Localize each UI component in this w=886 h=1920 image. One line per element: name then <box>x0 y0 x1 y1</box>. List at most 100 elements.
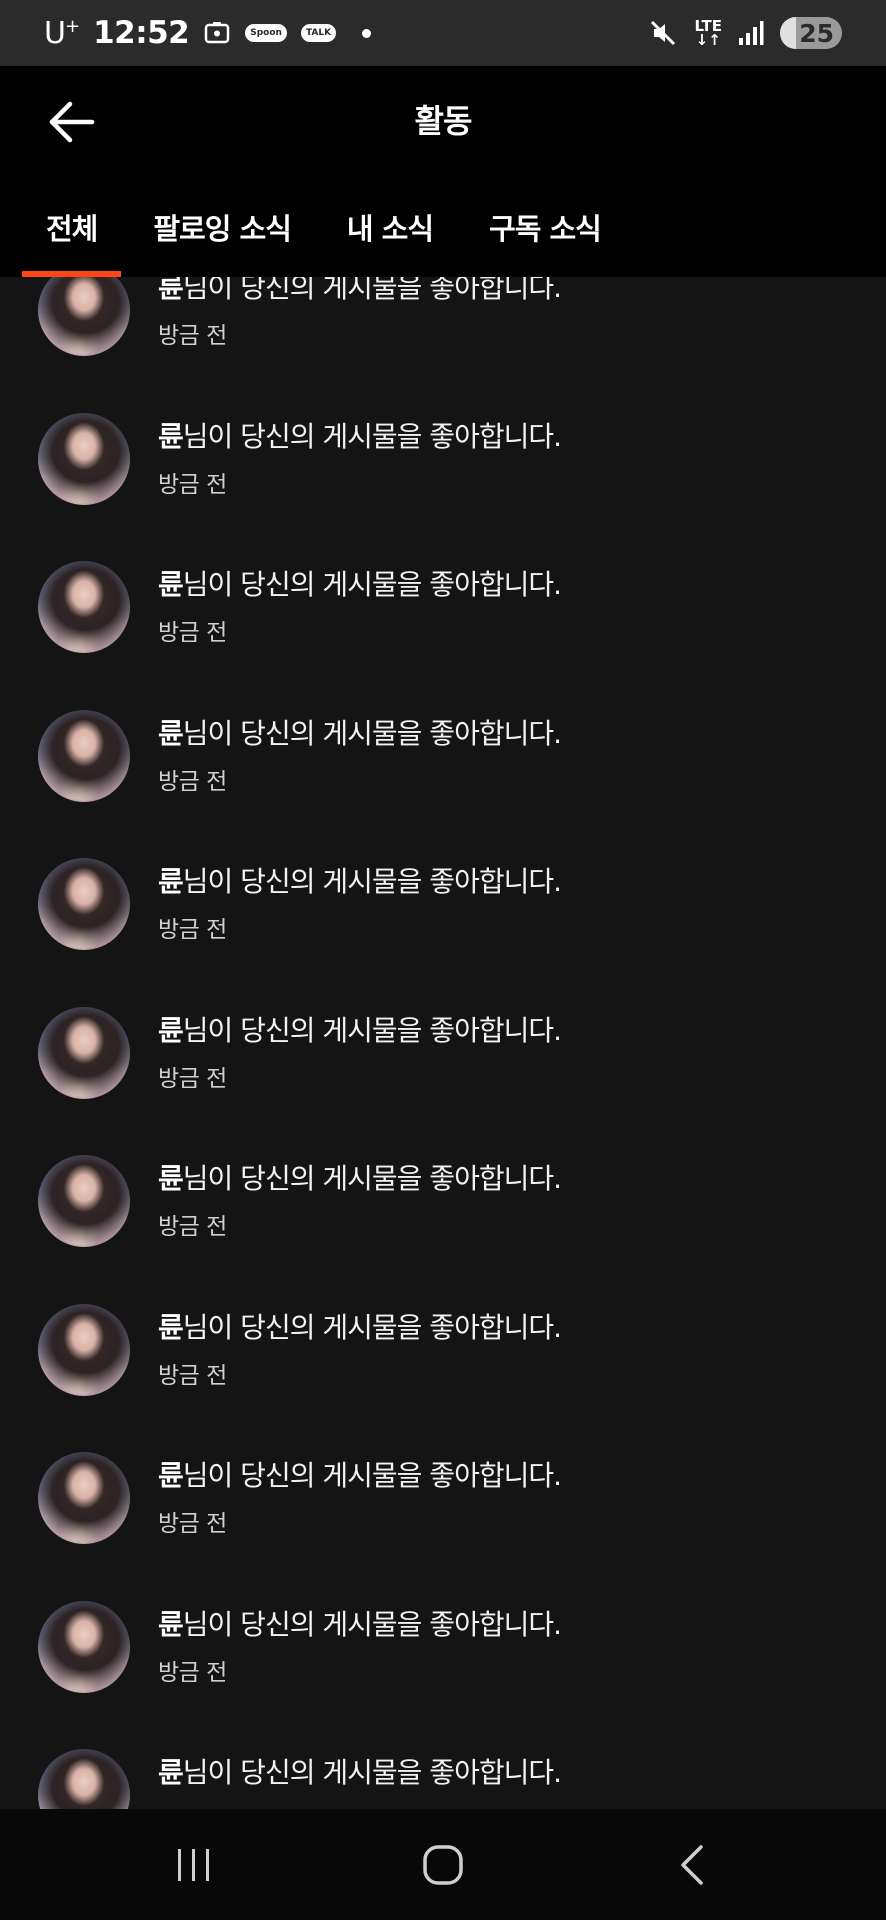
activity-item[interactable]: 륜님이 당신의 게시물을 좋아합니다. 방금 전 <box>0 1127 886 1276</box>
activity-time: 방금 전 <box>158 1801 561 1809</box>
activity-item[interactable]: 륜님이 당신의 게시물을 좋아합니다. 방금 전 <box>0 1276 886 1425</box>
activity-username[interactable]: 륜 <box>158 1162 184 1195</box>
activity-item[interactable]: 륜님이 당신의 게시물을 좋아합니다. 방금 전 <box>0 385 886 534</box>
activity-username[interactable]: 륜 <box>158 277 184 304</box>
avatar[interactable] <box>38 1006 130 1099</box>
activity-username[interactable]: 륜 <box>158 865 184 898</box>
tab-all[interactable]: 전체 <box>22 176 122 277</box>
activity-message-text: 님이 당신의 게시물을 좋아합니다. <box>182 1013 562 1047</box>
activity-time: 방금 전 <box>158 471 227 498</box>
activity-time: 방금 전 <box>158 1065 227 1092</box>
avatar[interactable] <box>38 277 130 357</box>
activity-text: 륜님이 당신의 게시물을 좋아합니다. 방금 전 <box>158 1161 562 1241</box>
activity-item[interactable]: 륜님이 당신의 게시물을 좋아합니다. 방금 전 <box>0 682 886 831</box>
activity-message-text: 님이 당신의 게시물을 좋아합니다. <box>182 716 562 750</box>
activity-message: 륜님이 당신의 게시물을 좋아합니다. <box>158 1755 562 1791</box>
avatar[interactable] <box>38 412 130 505</box>
activity-time: 방금 전 <box>158 1511 227 1538</box>
activity-username[interactable]: 륜 <box>158 1608 184 1641</box>
recent-apps-icon <box>178 1848 210 1881</box>
more-notifications-dot-icon <box>362 28 372 38</box>
activity-message-text: 님이 당신의 게시물을 좋아합니다. <box>182 568 562 602</box>
activity-list[interactable]: 륜님이 당신의 게시물을 좋아합니다. 방금 전 륜님이 당신의 게시물을 좋아합니… <box>0 277 886 1809</box>
activity-text: 륜님이 당신의 게시물을 좋아합니다. 방금 전 <box>158 864 562 944</box>
battery-icon: 25 <box>780 17 842 49</box>
activity-time: 방금 전 <box>158 1362 227 1389</box>
activity-time: 방금 전 <box>158 768 227 795</box>
avatar[interactable] <box>38 561 130 654</box>
activity-username[interactable]: 륜 <box>158 1756 184 1789</box>
page-title: 활동 <box>414 102 473 140</box>
app-header: 활동 <box>0 66 886 176</box>
spoon-notification-icon: Spoon <box>245 24 287 42</box>
activity-message: 륜님이 당신의 게시물을 좋아합니다. <box>158 1161 562 1197</box>
activity-message: 륜님이 당신의 게시물을 좋아합니다. <box>158 1458 562 1494</box>
tab-following-news[interactable]: 팔로잉 소식 <box>129 176 315 277</box>
tab-bar: 전체 팔로잉 소식 내 소식 구독 소식 <box>0 176 886 277</box>
activity-item[interactable]: 륜님이 당신의 게시물을 좋아합니다. 방금 전 <box>0 533 886 682</box>
system-navigation-bar <box>0 1809 886 1920</box>
activity-text: 륜님이 당신의 게시물을 좋아합니다. 방금 전 <box>158 1310 562 1390</box>
avatar[interactable] <box>38 858 130 951</box>
activity-time: 방금 전 <box>158 620 227 647</box>
activity-message-text: 님이 당신의 게시물을 좋아합니다. <box>182 1459 562 1493</box>
activity-message: 륜님이 당신의 게시물을 좋아합니다. <box>158 864 562 900</box>
activity-message-text: 님이 당신의 게시물을 좋아합니다. <box>182 419 562 453</box>
activity-username[interactable]: 륜 <box>158 568 184 601</box>
home-icon <box>423 1844 463 1885</box>
status-bar: U+ 12:52 Spoon TALK LTE ↓↑ 25 <box>0 0 886 66</box>
clock: 12:52 <box>93 15 190 51</box>
avatar[interactable] <box>38 1600 130 1693</box>
activity-time: 방금 전 <box>158 1214 227 1241</box>
screenshot-icon <box>203 20 231 46</box>
activity-text: 륜님이 당신의 게시물을 좋아합니다. 방금 전 <box>158 1755 562 1809</box>
avatar[interactable] <box>38 1452 130 1545</box>
activity-text: 륜님이 당신의 게시물을 좋아합니다. 방금 전 <box>158 419 562 499</box>
activity-username[interactable]: 륜 <box>158 1311 184 1344</box>
tab-subscription-news[interactable]: 구독 소식 <box>465 176 625 277</box>
activity-time: 방금 전 <box>158 917 227 944</box>
avatar[interactable] <box>38 1155 130 1248</box>
activity-item[interactable]: 륜님이 당신의 게시물을 좋아합니다. 방금 전 <box>0 830 886 979</box>
activity-message: 륜님이 당신의 게시물을 좋아합니다. <box>158 716 562 752</box>
activity-time: 방금 전 <box>158 323 227 350</box>
avatar[interactable] <box>38 1749 130 1809</box>
kakaotalk-notification-icon: TALK <box>300 24 337 42</box>
recent-apps-button[interactable] <box>154 1835 234 1895</box>
activity-message: 륜님이 당신의 게시물을 좋아합니다. <box>158 567 562 603</box>
activity-username[interactable]: 륜 <box>158 717 184 750</box>
activity-message-text: 님이 당신의 게시물을 좋아합니다. <box>182 1756 562 1790</box>
tab-my-news[interactable]: 내 소식 <box>323 176 457 277</box>
activity-message-text: 님이 당신의 게시물을 좋아합니다. <box>182 1310 562 1344</box>
activity-text: 륜님이 당신의 게시물을 좋아합니다. 방금 전 <box>158 716 562 796</box>
activity-item[interactable]: 륜님이 당신의 게시물을 좋아합니다. 방금 전 <box>0 979 886 1128</box>
activity-message: 륜님이 당신의 게시물을 좋아합니다. <box>158 277 562 306</box>
activity-text: 륜님이 당신의 게시물을 좋아합니다. 방금 전 <box>158 567 562 647</box>
home-button[interactable] <box>403 1835 483 1895</box>
activity-message: 륜님이 당신의 게시물을 좋아합니다. <box>158 1310 562 1346</box>
activity-message-text: 님이 당신의 게시물을 좋아합니다. <box>182 1607 562 1641</box>
activity-item[interactable]: 륜님이 당신의 게시물을 좋아합니다. 방금 전 <box>0 1573 886 1722</box>
carrier-label: U+ <box>44 15 80 51</box>
chevron-left-icon <box>680 1844 703 1885</box>
activity-item[interactable]: 륜님이 당신의 게시물을 좋아합니다. 방금 전 <box>0 1721 886 1809</box>
activity-username[interactable]: 륜 <box>158 1459 184 1492</box>
activity-username[interactable]: 륜 <box>158 1014 184 1047</box>
avatar[interactable] <box>38 709 130 802</box>
nav-back-button[interactable] <box>652 1835 732 1895</box>
activity-text: 륜님이 당신의 게시물을 좋아합니다. 방금 전 <box>158 1458 562 1538</box>
activity-username[interactable]: 륜 <box>158 420 184 453</box>
activity-text: 륜님이 당신의 게시물을 좋아합니다. 방금 전 <box>158 1013 562 1093</box>
signal-icon <box>738 20 764 46</box>
avatar[interactable] <box>38 1303 130 1396</box>
mute-icon <box>648 18 678 48</box>
activity-text: 륜님이 당신의 게시물을 좋아합니다. 방금 전 <box>158 277 562 350</box>
activity-text: 륜님이 당신의 게시물을 좋아합니다. 방금 전 <box>158 1607 562 1687</box>
activity-item[interactable]: 륜님이 당신의 게시물을 좋아합니다. 방금 전 <box>0 277 886 385</box>
activity-item[interactable]: 륜님이 당신의 게시물을 좋아합니다. 방금 전 <box>0 1424 886 1573</box>
activity-message-text: 님이 당신의 게시물을 좋아합니다. <box>182 1162 562 1196</box>
network-type: LTE ↓↑ <box>694 17 722 49</box>
activity-message: 륜님이 당신의 게시물을 좋아합니다. <box>158 1013 562 1049</box>
activity-message: 륜님이 당신의 게시물을 좋아합니다. <box>158 419 562 455</box>
activity-time: 방금 전 <box>158 1659 227 1686</box>
